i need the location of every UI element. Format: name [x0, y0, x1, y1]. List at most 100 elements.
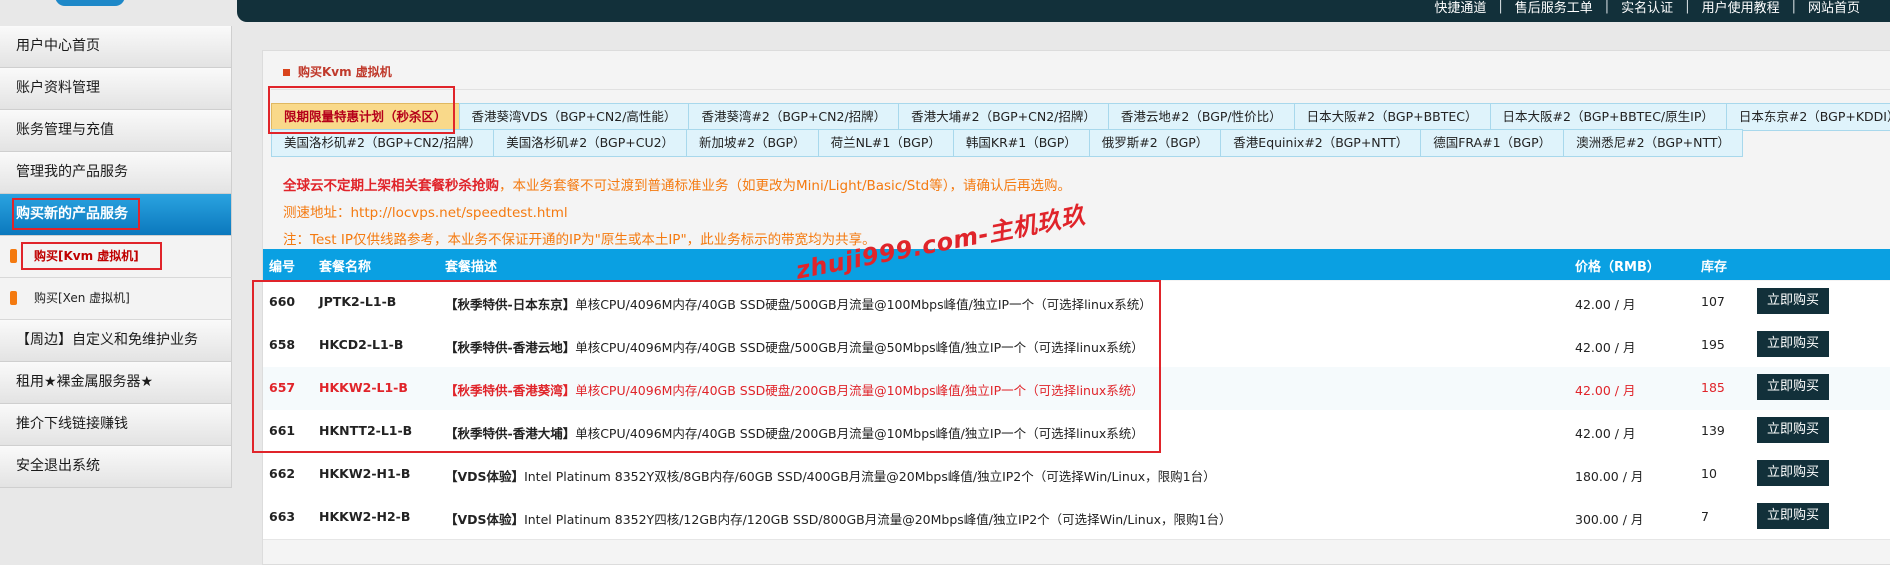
square-icon: [283, 69, 290, 76]
row-desc-text: 单核CPU/4096M内存/40GB SSD硬盘/200GB月流量@10Mbps…: [575, 426, 1144, 441]
row-desc: 【秋季特供-日本东京】单核CPU/4096M内存/40GB SSD硬盘/500G…: [445, 294, 1152, 313]
tab-kr1[interactable]: 韩国KR#1（BGP）: [952, 129, 1090, 157]
top-bar: 快捷通道 | 售后服务工单 | 实名认证 | 用户使用教程 | 网站首页: [237, 0, 1890, 22]
top-nav-verify[interactable]: 实名认证: [1621, 0, 1673, 16]
tab-de-fra1[interactable]: 德国FRA#1（BGP）: [1420, 129, 1565, 157]
tab-ru2[interactable]: 俄罗斯#2（BGP）: [1088, 129, 1222, 157]
row-desc-text: Intel Platinum 8352Y四核/12GB内存/120GB SSD/…: [524, 512, 1232, 527]
tab-hk-equinix2[interactable]: 香港Equinix#2（BGP+NTT）: [1220, 129, 1422, 157]
tab-hk-tp2[interactable]: 香港大埔#2（BGP+CN2/招牌）: [898, 103, 1109, 131]
row-code: JPTK2-L1-B: [319, 294, 397, 309]
row-price: 42.00 / 月: [1575, 426, 1636, 441]
row-price: 42.00 / 月: [1575, 340, 1636, 355]
tab-hk-cd2[interactable]: 香港云地#2（BGP/性价比）: [1107, 103, 1295, 131]
top-nav-tutorial[interactable]: 用户使用教程: [1702, 0, 1780, 16]
sidebar-item-home[interactable]: 用户中心首页: [0, 26, 232, 68]
row-tag: 【秋季特供-香港云地】: [445, 340, 576, 355]
row-code: HKNTT2-L1-B: [319, 423, 413, 438]
table-row: 661 HKNTT2-L1-B 【秋季特供-香港大埔】单核CPU/4096M内存…: [263, 410, 1890, 454]
table-row: 662 HKKW2-H1-B 【VDS体验】Intel Platinum 835…: [263, 453, 1890, 497]
row-stock: 107: [1701, 294, 1725, 309]
row-stock: 10: [1701, 466, 1717, 481]
row-code: HKKW2-H2-B: [319, 509, 411, 524]
buy-now-button[interactable]: 立即购买: [1757, 331, 1830, 357]
sidebar: 用户中心首页 账户资料管理 账务管理与充值 管理我的产品服务 购买新的产品服务 …: [0, 26, 232, 488]
logo-shape: [55, 0, 125, 6]
top-nav-home[interactable]: 网站首页: [1808, 0, 1860, 16]
sidebar-item-logout[interactable]: 安全退出系统: [0, 446, 232, 488]
top-nav-separator: |: [1498, 0, 1503, 14]
row-id: 657: [269, 380, 296, 395]
top-nav-separator: |: [1791, 0, 1796, 14]
sidebar-item-referral[interactable]: 推介下线链接赚钱: [0, 404, 232, 446]
row-tag: 【秋季特供-香港葵湾】: [445, 383, 576, 398]
row-price: 300.00 / 月: [1575, 512, 1644, 527]
sidebar-sub-buy-kvm[interactable]: 购买[Kvm 虚拟机]: [0, 236, 232, 278]
tab-flash-sale[interactable]: 限期限量特惠计划（秒杀区）: [271, 103, 460, 131]
sidebar-item-buy-new[interactable]: 购买新的产品服务: [0, 194, 232, 236]
row-desc: 【VDS体验】Intel Platinum 8352Y四核/12GB内存/120…: [445, 509, 1232, 528]
row-tag: 【秋季特供-日本东京】: [445, 297, 576, 312]
buy-now-button[interactable]: 立即购买: [1757, 288, 1830, 314]
row-desc-text: 单核CPU/4096M内存/40GB SSD硬盘/500GB月流量@100Mbp…: [575, 297, 1152, 312]
row-stock: 185: [1701, 380, 1725, 395]
note-flash-sale: 全球云不定期上架相关套餐秒杀抢购，本业务套餐不可过渡到普通标准业务（如更改为Mi…: [283, 173, 1071, 200]
tab-jp-tokyo2[interactable]: 日本东京#2（BGP+KDDI）: [1725, 103, 1890, 131]
tab-jp-osaka2[interactable]: 日本大阪#2（BGP+BBTEC）: [1293, 103, 1491, 131]
tab-row-2: 美国洛杉矶#2（BGP+CN2/招牌） 美国洛杉矶#2（BGP+CU2） 新加坡…: [271, 129, 1744, 157]
row-desc-text: 单核CPU/4096M内存/40GB SSD硬盘/200GB月流量@10Mbps…: [575, 383, 1144, 398]
row-id: 660: [269, 294, 296, 309]
sidebar-sub-buy-xen[interactable]: 购买[Xen 虚拟机]: [0, 278, 232, 320]
row-tag: 【秋季特供-香港大埔】: [445, 426, 576, 441]
row-desc-text: 单核CPU/4096M内存/40GB SSD硬盘/500GB月流量@50Mbps…: [575, 340, 1144, 355]
row-id: 663: [269, 509, 296, 524]
top-nav-ticket[interactable]: 售后服务工单: [1515, 0, 1593, 16]
table-row: 660 JPTK2-L1-B 【秋季特供-日本东京】单核CPU/4096M内存/…: [263, 281, 1890, 325]
sidebar-item-custom[interactable]: 【周边】自定义和免维护业务: [0, 320, 232, 362]
col-header-desc: 套餐描述: [445, 260, 498, 275]
sidebar-sub-label: 购买[Kvm 虚拟机]: [34, 249, 139, 263]
note-flash-sale-bold: 全球云不定期上架相关套餐秒杀抢购: [283, 178, 499, 194]
tab-au-syd2[interactable]: 澳洲悉尼#2（BGP+NTT）: [1563, 129, 1744, 157]
sidebar-item-baremetal[interactable]: 租用★裸金属服务器★: [0, 362, 232, 404]
bullet-icon: [10, 249, 17, 263]
table-header: 编号 套餐名称 套餐描述 价格（RMB） 库存: [263, 249, 1890, 280]
row-tag: 【VDS体验】: [445, 512, 525, 527]
tab-jp-osaka2-native[interactable]: 日本大阪#2（BGP+BBTEC/原生IP）: [1489, 103, 1727, 131]
top-nav-shortcut[interactable]: 快捷通道: [1434, 0, 1486, 16]
sidebar-item-my-products[interactable]: 管理我的产品服务: [0, 152, 232, 194]
tab-hk-kw-vds[interactable]: 香港葵湾VDS（BGP+CN2/高性能）: [458, 103, 690, 131]
main-panel: 购买Kvm 虚拟机 限期限量特惠计划（秒杀区） 香港葵湾VDS（BGP+CN2/…: [262, 50, 1890, 565]
tab-sg2[interactable]: 新加坡#2（BGP）: [686, 129, 819, 157]
buy-now-button[interactable]: 立即购买: [1757, 417, 1830, 443]
buy-now-button[interactable]: 立即购买: [1757, 460, 1830, 486]
tab-nl1[interactable]: 荷兰NL#1（BGP）: [817, 129, 954, 157]
row-code: HKKW2-H1-B: [319, 466, 411, 481]
tab-us-la2-cu2[interactable]: 美国洛杉矶#2（BGP+CU2）: [493, 129, 688, 157]
top-nav-separator: |: [1604, 0, 1610, 14]
row-tag: 【VDS体验】: [445, 469, 525, 484]
sidebar-item-profile[interactable]: 账户资料管理: [0, 68, 232, 110]
buy-now-button[interactable]: 立即购买: [1757, 503, 1830, 529]
row-stock: 139: [1701, 423, 1725, 438]
tab-us-la2-cn2[interactable]: 美国洛杉矶#2（BGP+CN2/招牌）: [271, 129, 495, 157]
sidebar-item-billing[interactable]: 账务管理与充值: [0, 110, 232, 152]
buy-now-button[interactable]: 立即购买: [1757, 374, 1830, 400]
row-stock: 7: [1701, 509, 1709, 524]
logo: [0, 0, 230, 22]
row-desc: 【秋季特供-香港大埔】单核CPU/4096M内存/40GB SSD硬盘/200G…: [445, 423, 1144, 442]
row-desc: 【秋季特供-香港云地】单核CPU/4096M内存/40GB SSD硬盘/500G…: [445, 337, 1144, 356]
col-header-code: 套餐名称: [319, 260, 372, 275]
row-id: 658: [269, 337, 296, 352]
tab-hk-kw2[interactable]: 香港葵湾#2（BGP+CN2/招牌）: [688, 103, 900, 131]
row-id: 661: [269, 423, 296, 438]
row-code: HKKW2-L1-B: [319, 380, 408, 395]
row-id: 662: [269, 466, 296, 481]
row-desc: 【VDS体验】Intel Platinum 8352Y双核/8GB内存/60GB…: [445, 466, 1216, 485]
row-price: 180.00 / 月: [1575, 469, 1644, 484]
top-nav: 快捷通道 | 售后服务工单 | 实名认证 | 用户使用教程 | 网站首页: [1434, 0, 1860, 16]
col-header-price: 价格（RMB）: [1575, 260, 1660, 275]
bullet-icon: [10, 291, 17, 305]
divider: [271, 89, 1890, 90]
row-desc-text: Intel Platinum 8352Y双核/8GB内存/60GB SSD/40…: [524, 469, 1216, 484]
